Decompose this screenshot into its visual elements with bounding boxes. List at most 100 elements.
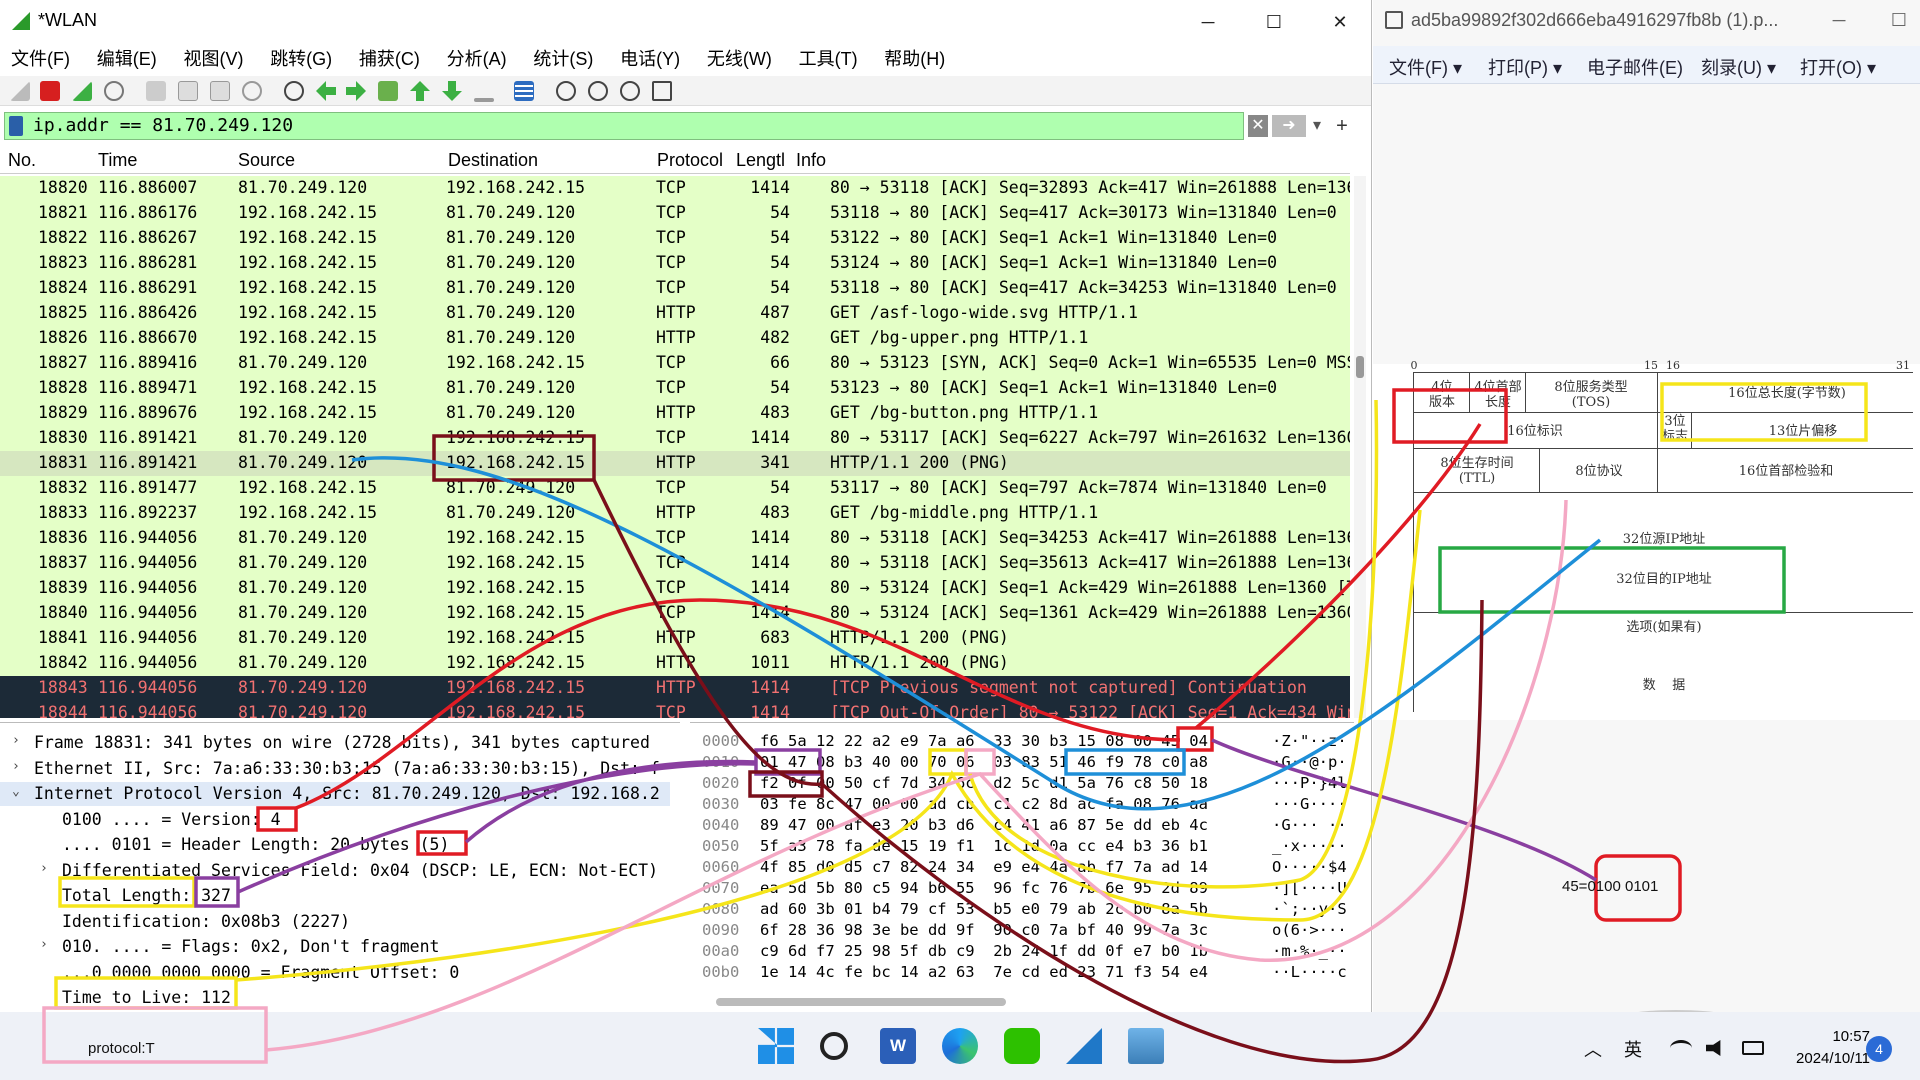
menu-analyze[interactable]: 分析(A) — [436, 44, 518, 74]
packet-row[interactable]: 18837 116.944056 81.70.249.120 192.168.242.… — [0, 551, 1350, 576]
clear-filter-icon[interactable]: ✕ — [1248, 115, 1268, 137]
packet-row[interactable]: 18839 116.944056 81.70.249.120 192.168.242.… — [0, 576, 1350, 601]
autoscroll-icon[interactable] — [474, 98, 494, 102]
packet-row[interactable]: 18843 116.944056 81.70.249.120 192.168.242.… — [0, 676, 1350, 701]
packet-len-cell: 1414 — [750, 178, 790, 197]
pdf-maximize-button[interactable]: ☐ — [1873, 4, 1920, 36]
pdf-minimize-button[interactable]: ─ — [1813, 4, 1865, 36]
menu-help[interactable]: 帮助(H) — [873, 44, 956, 74]
menu-view[interactable]: 视图(V) — [172, 44, 254, 74]
packet-row[interactable]: 18820 116.886007 81.70.249.120 192.168.242.… — [0, 176, 1350, 201]
wifi-icon[interactable] — [1670, 1040, 1692, 1056]
packet-row[interactable]: 18824 116.886291 192.168.242.15 81.70.249.1… — [0, 276, 1350, 301]
first-packet-icon[interactable] — [410, 81, 430, 101]
pdf-menu-email[interactable]: 电子邮件(E) — [1587, 54, 1683, 80]
packet-row[interactable]: 18828 116.889471 192.168.242.15 81.70.249.1… — [0, 376, 1350, 401]
bytes-horizontal-scrollbar[interactable] — [716, 998, 1006, 1006]
maximize-button[interactable]: ☐ — [1248, 6, 1300, 38]
zoom-in-icon[interactable] — [556, 81, 576, 101]
restart-capture-icon[interactable] — [72, 81, 92, 101]
expander-chevron-icon[interactable]: › — [40, 861, 48, 876]
capture-options-icon[interactable] — [104, 81, 124, 101]
close-button[interactable]: ✕ — [1314, 6, 1366, 38]
menu-go[interactable]: 跳转(G) — [259, 44, 343, 74]
detail-text: Ethernet II, Src: 7a:a6:33:30:b3:15 (7a:… — [34, 758, 660, 778]
go-back-icon[interactable] — [316, 81, 336, 101]
filter-history-chevron-icon[interactable]: ▾ — [1308, 115, 1326, 137]
save-file-icon[interactable] — [178, 81, 198, 101]
menu-wireless[interactable]: 无线(W) — [696, 44, 783, 74]
menu-capture[interactable]: 捕获(C) — [348, 44, 431, 74]
packet-row[interactable]: 18829 116.889676 192.168.242.15 81.70.249.1… — [0, 401, 1350, 426]
expander-chevron-icon[interactable]: › — [40, 937, 48, 952]
menu-tools[interactable]: 工具(T) — [788, 44, 869, 74]
last-packet-icon[interactable] — [442, 81, 462, 101]
input-method-indicator[interactable]: 英 — [1624, 1036, 1642, 1062]
pdf-menu-print[interactable]: 打印(P) ▾ — [1488, 54, 1562, 80]
packet-row[interactable]: 18831 116.891421 81.70.249.120 192.168.242.… — [0, 451, 1350, 476]
expander-chevron-icon[interactable]: › — [12, 733, 20, 748]
packet-list-scrollbar[interactable] — [1354, 176, 1366, 718]
photos-icon[interactable] — [1128, 1028, 1164, 1064]
colorize-icon[interactable] — [514, 81, 534, 101]
stop-capture-icon[interactable] — [40, 81, 60, 101]
close-file-icon[interactable] — [210, 81, 230, 101]
zoom-out-icon[interactable] — [588, 81, 608, 101]
menu-telephony[interactable]: 电话(Y) — [609, 44, 691, 74]
column-info[interactable]: Info — [796, 150, 826, 171]
pdf-menu-open[interactable]: 打开(O) ▾ — [1800, 54, 1876, 80]
find-packet-icon[interactable] — [284, 81, 304, 101]
packet-row[interactable]: 18826 116.886670 192.168.242.15 81.70.249.1… — [0, 326, 1350, 351]
packet-row[interactable]: 18833 116.892237 192.168.242.15 81.70.249.1… — [0, 501, 1350, 526]
packet-proto-cell: TCP — [656, 578, 686, 597]
column-protocol[interactable]: Protocol — [657, 150, 723, 171]
wechat-icon[interactable] — [1004, 1028, 1040, 1064]
start-capture-icon[interactable] — [10, 81, 30, 101]
open-file-icon[interactable] — [146, 81, 166, 101]
apply-filter-icon[interactable]: ➜ — [1272, 115, 1306, 137]
notification-badge[interactable]: 4 — [1866, 1036, 1892, 1062]
packet-row[interactable]: 18836 116.944056 81.70.249.120 192.168.242.… — [0, 526, 1350, 551]
packet-src-cell: 81.70.249.120 — [238, 603, 368, 622]
packet-row[interactable]: 18825 116.886426 192.168.242.15 81.70.249.1… — [0, 301, 1350, 326]
column-destination[interactable]: Destination — [448, 150, 538, 171]
menu-statistics[interactable]: 统计(S) — [522, 44, 604, 74]
search-icon[interactable] — [820, 1032, 848, 1060]
go-to-packet-icon[interactable] — [378, 81, 398, 101]
column-time[interactable]: Time — [98, 150, 137, 171]
edge-browser-icon[interactable] — [942, 1028, 978, 1064]
expander-chevron-icon[interactable]: ⌄ — [12, 784, 20, 799]
add-filter-button-icon[interactable]: + — [1332, 115, 1352, 137]
word-icon[interactable]: W — [880, 1028, 916, 1064]
menu-file[interactable]: 文件(F) — [0, 44, 81, 74]
display-filter-input[interactable]: ip.addr == 81.70.249.120 — [4, 112, 1244, 140]
menu-edit[interactable]: 编辑(E) — [86, 44, 168, 74]
packet-row[interactable]: 18840 116.944056 81.70.249.120 192.168.242.… — [0, 601, 1350, 626]
detail-row[interactable]: ⌄ Internet Protocol Version 4, Src: 81.70… — [0, 782, 670, 806]
packet-row[interactable]: 18821 116.886176 192.168.242.15 81.70.249.1… — [0, 201, 1350, 226]
scrollbar-thumb[interactable] — [1356, 356, 1364, 378]
packet-row[interactable]: 18841 116.944056 81.70.249.120 192.168.242.… — [0, 626, 1350, 651]
bookmark-icon[interactable] — [9, 116, 23, 136]
packet-row[interactable]: 18842 116.944056 81.70.249.120 192.168.242.… — [0, 651, 1350, 676]
pdf-menu-burn[interactable]: 刻录(U) ▾ — [1701, 54, 1776, 80]
column-source[interactable]: Source — [238, 150, 295, 171]
expander-chevron-icon[interactable]: › — [12, 759, 20, 774]
packet-row[interactable]: 18832 116.891477 192.168.242.15 81.70.249.1… — [0, 476, 1350, 501]
packet-row[interactable]: 18844 116.944056 81.70.249.120 192.168.242.… — [0, 701, 1350, 718]
cell-total-length: 16位总长度(字节数) — [1728, 386, 1846, 401]
column-length[interactable]: Lengtl — [736, 150, 785, 171]
packet-row[interactable]: 18827 116.889416 81.70.249.120 192.168.242.… — [0, 351, 1350, 376]
packet-row[interactable]: 18823 116.886281 192.168.242.15 81.70.249.1… — [0, 251, 1350, 276]
reload-icon[interactable] — [242, 81, 262, 101]
resize-columns-icon[interactable] — [652, 81, 672, 101]
packet-row[interactable]: 18822 116.886267 192.168.242.15 81.70.249.1… — [0, 226, 1350, 251]
pdf-menu-file[interactable]: 文件(F) ▾ — [1389, 54, 1462, 80]
go-forward-icon[interactable] — [346, 81, 366, 101]
clock[interactable]: 10:57 2024/10/11 — [1760, 1026, 1870, 1070]
tray-overflow-chevron-icon[interactable]: ︿ — [1584, 1036, 1602, 1062]
packet-row[interactable]: 18830 116.891421 81.70.249.120 192.168.242.… — [0, 426, 1350, 451]
normal-size-icon[interactable] — [620, 81, 640, 101]
minimize-button[interactable]: ─ — [1182, 6, 1234, 38]
column-no[interactable]: No. — [8, 150, 36, 171]
